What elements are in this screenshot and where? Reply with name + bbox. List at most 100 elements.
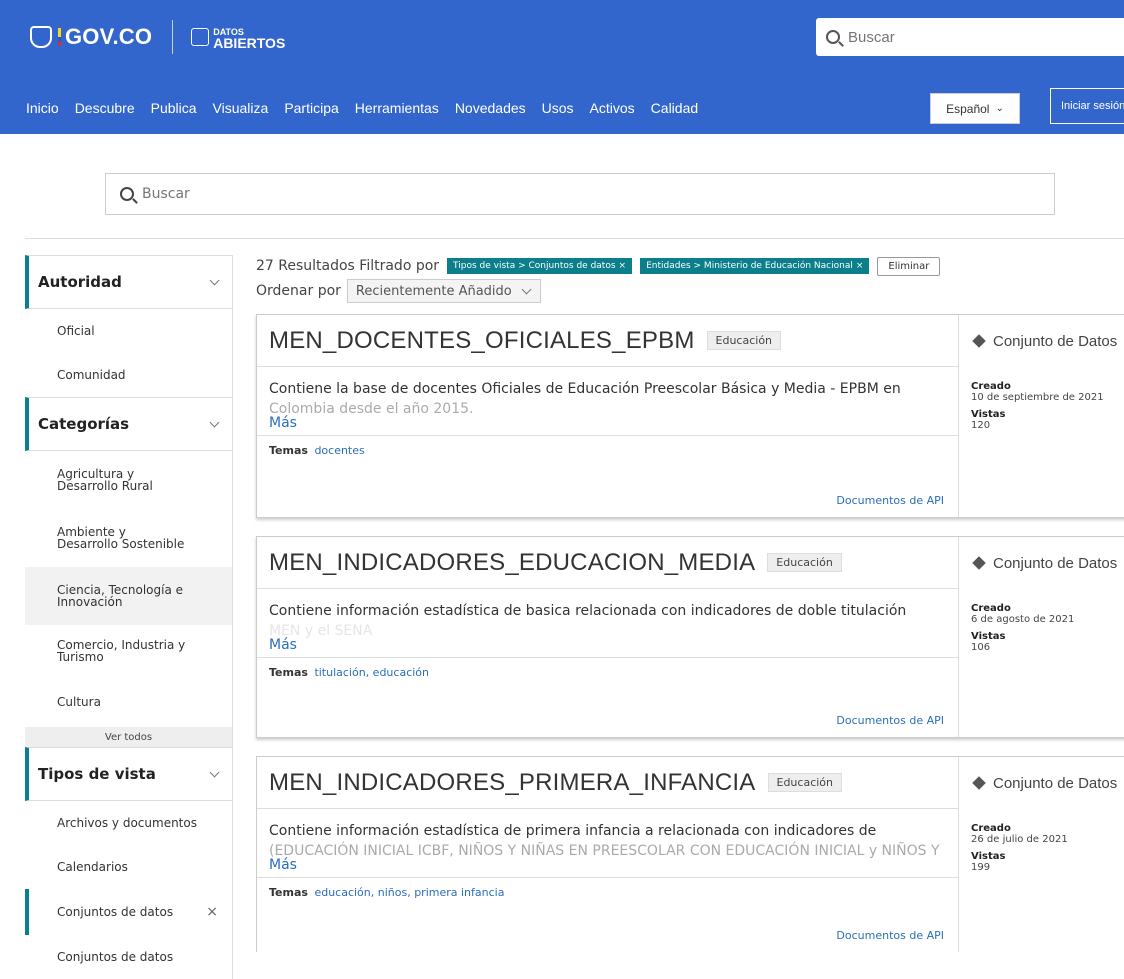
views-label: Vistas	[971, 851, 1006, 862]
card-main: MEN_INDICADORES_EDUCACION_MEDIA Educació…	[257, 537, 959, 737]
tags-row: Temas titulación, educación	[257, 657, 958, 687]
nav-novedades[interactable]: Novedades	[447, 100, 534, 116]
views-value: 106	[971, 642, 991, 653]
facet-item-conjuntos[interactable]: Conjuntos de datos	[25, 935, 233, 979]
chevron-down-icon	[209, 417, 220, 427]
dataset-title[interactable]: MEN_INDICADORES_EDUCACION_MEDIA	[269, 549, 755, 577]
search-icon	[826, 30, 840, 44]
facet-item-calendarios[interactable]: Calendarios	[25, 845, 233, 889]
facet-item-comunidad[interactable]: Comunidad	[25, 353, 233, 397]
facet-title: Categorías	[38, 415, 130, 433]
created-label: Creado	[971, 603, 1011, 614]
nav-publica[interactable]: Publica	[143, 100, 205, 116]
login-button[interactable]: Iniciar sesión	[1050, 88, 1124, 124]
tags-row: Temas educación, niños, primera infancia	[257, 877, 958, 907]
nav-participa[interactable]: Participa	[276, 100, 346, 116]
tag-link[interactable]: titulación, educación	[314, 666, 429, 679]
chevron-down-icon: ⌄	[995, 103, 1004, 114]
card-meta: Conjunto de Datos Creado 6 de agosto de …	[959, 537, 1124, 737]
nav-calidad[interactable]: Calidad	[643, 100, 706, 116]
facet-item-archivos[interactable]: Archivos y documentos	[25, 801, 233, 845]
dataset-card: MEN_INDICADORES_EDUCACION_MEDIA Educació…	[256, 536, 1124, 738]
dataset-title[interactable]: MEN_INDICADORES_PRIMERA_INFANCIA	[269, 769, 756, 797]
card-meta: Conjunto de Datos Creado 26 de julio de …	[959, 757, 1124, 952]
created-value: 6 de agosto de 2021	[971, 614, 1075, 625]
header-search[interactable]	[816, 18, 1124, 56]
tags-label: Temas	[269, 886, 308, 899]
language-select[interactable]: Español ⌄	[930, 93, 1020, 124]
tag-link[interactable]: docentes	[314, 444, 364, 457]
chevron-down-icon	[209, 275, 220, 285]
created-value: 10 de septiembre de 2021	[971, 392, 1104, 403]
category-badge: Educación	[767, 553, 842, 572]
api-docs-link[interactable]: Documentos de API	[836, 714, 944, 727]
facet-item-comercio[interactable]: Comercio, Industria y Turismo	[25, 625, 233, 677]
facet-item-ciencia[interactable]: Ciencia, Tecnología e Innovación	[25, 567, 233, 625]
datos-abiertos-icon	[191, 28, 210, 46]
chevron-down-icon	[209, 767, 220, 777]
main-nav: Inicio Descubre Publica Visualiza Partic…	[0, 94, 706, 122]
datos-abiertos-logo: DATOS ABIERTOS	[213, 27, 286, 51]
facet-item-cultura[interactable]: Cultura	[25, 677, 233, 727]
nav-usos[interactable]: Usos	[534, 100, 582, 116]
description-line: Contiene información estadística de prim…	[269, 823, 877, 839]
dataset-cube-icon	[972, 556, 986, 570]
search-icon	[120, 187, 134, 201]
nav-activos[interactable]: Activos	[582, 100, 643, 116]
close-icon[interactable]: ×	[206, 905, 218, 919]
views-label: Vistas	[971, 409, 1006, 420]
dataset-cube-icon	[972, 334, 986, 348]
card-main: MEN_DOCENTES_OFICIALES_EPBM Educación Co…	[257, 315, 959, 517]
facet-item-label: Oficial	[57, 324, 95, 338]
ver-todos-button[interactable]: Ver todos	[25, 727, 233, 747]
facet-tipos-header[interactable]: Tipos de vista	[25, 747, 233, 801]
flag-icon	[58, 28, 61, 46]
nav-descubre[interactable]: Descubre	[67, 100, 143, 116]
dataset-description: Contiene información estadística de prim…	[257, 809, 958, 865]
brand-logo[interactable]: GOV.CO DATOS ABIERTOS	[30, 20, 285, 54]
nav-visualiza[interactable]: Visualiza	[205, 100, 277, 116]
dataset-title[interactable]: MEN_DOCENTES_OFICIALES_EPBM	[269, 327, 695, 355]
clear-filters-button[interactable]: Eliminar	[877, 256, 941, 276]
tags-label: Temas	[269, 666, 308, 679]
facet-item-oficial[interactable]: Oficial	[25, 309, 233, 353]
main-search[interactable]	[105, 173, 1055, 215]
filter-chip-entidades[interactable]: Entidades > Ministerio de Educación Naci…	[640, 258, 870, 274]
category-badge: Educación	[706, 331, 782, 350]
nav-inicio[interactable]: Inicio	[0, 100, 67, 116]
language-label: Español	[946, 101, 990, 116]
description-line-faded: (EDUCACIÓN INICIAL ICBF, NIÑOS Y NIÑAS E…	[269, 843, 940, 859]
main-search-input[interactable]	[142, 186, 942, 202]
sort-select[interactable]: Recientemente Añadido	[346, 279, 541, 303]
tag-link[interactable]: educación, niños, primera infancia	[314, 886, 504, 899]
close-icon: ×	[855, 261, 864, 271]
card-main: MEN_INDICADORES_PRIMERA_INFANCIA Educaci…	[257, 757, 959, 952]
facet-item-label: Ciencia, Tecnología e Innovación	[57, 583, 184, 609]
views-value: 120	[971, 420, 991, 431]
facet-item-conjuntos-selected[interactable]: Conjuntos de datos ×	[25, 889, 233, 935]
facet-title: Autoridad	[38, 273, 122, 291]
facet-item-agricultura[interactable]: Agricultura y Desarrollo Rural	[25, 451, 233, 509]
dataset-type: Conjunto de Datos	[993, 332, 1118, 350]
coat-of-arms-icon	[30, 26, 52, 48]
facet-item-label: Conjuntos de datos	[57, 905, 174, 919]
facet-categorias-header[interactable]: Categorías	[25, 397, 233, 451]
description-line-faded: MEN y el SENA	[269, 623, 373, 639]
api-docs-link[interactable]: Documentos de API	[836, 929, 944, 942]
tags-label: Temas	[269, 444, 308, 457]
datos-logo-big: ABIERTOS	[213, 34, 286, 51]
facet-autoridad-header[interactable]: Autoridad	[25, 255, 233, 309]
description-line-faded: Colombia desde el año 2015.	[269, 401, 474, 417]
facet-item-label: Ambiente y Desarrollo Sostenible	[57, 525, 185, 551]
tags-row: Temas docentes	[257, 435, 958, 465]
dataset-description: Contiene la base de docentes Oficiales d…	[257, 367, 958, 423]
description-line: Contiene información estadística de basi…	[269, 603, 907, 619]
api-docs-link[interactable]: Documentos de API	[836, 494, 944, 507]
facet-item-ambiente[interactable]: Ambiente y Desarrollo Sostenible	[25, 509, 233, 567]
header-search-input[interactable]	[848, 28, 1108, 46]
facet-item-label: Conjuntos de datos	[57, 950, 174, 964]
nav-herramientas[interactable]: Herramientas	[347, 100, 447, 116]
top-bar: GOV.CO DATOS ABIERTOS Inicio Descubre Pu…	[0, 0, 1124, 134]
filter-chip-tipos[interactable]: Tipos de vista > Conjuntos de datos ×	[447, 258, 633, 274]
created-label: Creado	[971, 823, 1011, 834]
